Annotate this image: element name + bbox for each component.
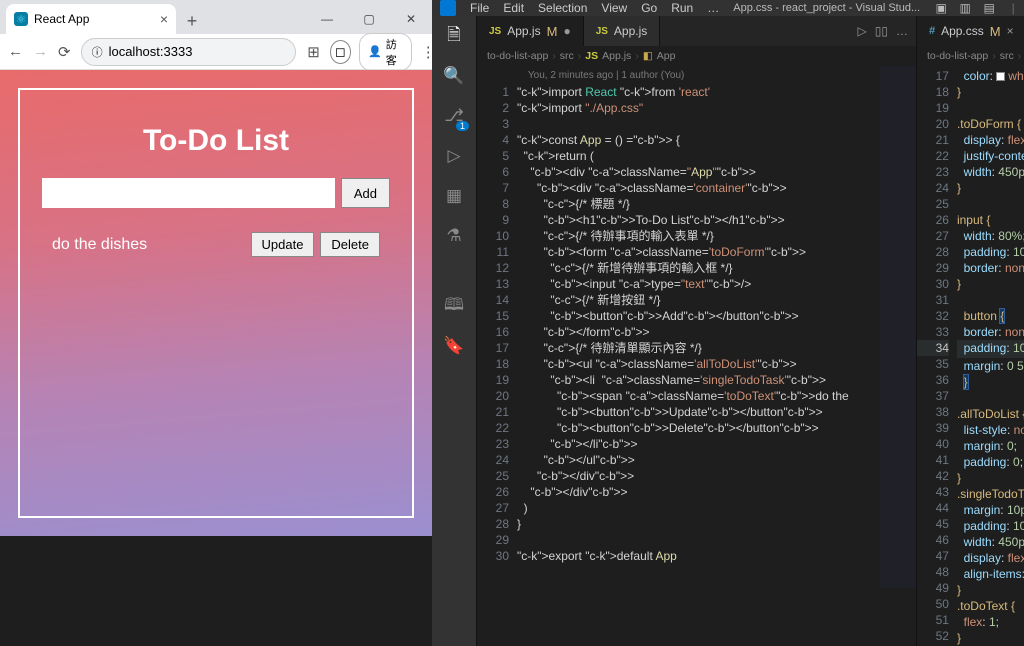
browser-tabstrip: ⚛ React App × + — ▢ ✕: [0, 0, 432, 34]
bookmarks-icon[interactable]: 🔖: [442, 334, 466, 358]
layout-panel-icon[interactable]: ▥: [958, 1, 972, 15]
visitor-badge[interactable]: 👤訪客: [359, 33, 412, 71]
window-title: App.css - react_project - Visual Stud...: [733, 2, 920, 14]
back-icon[interactable]: ←: [8, 43, 23, 60]
references-icon[interactable]: 🕮: [442, 294, 466, 318]
menu-go[interactable]: Go: [641, 1, 657, 15]
browser-window-controls: — ▢ ✕: [306, 4, 432, 34]
update-button[interactable]: Update: [251, 232, 315, 257]
menu-view[interactable]: View: [601, 1, 627, 15]
menu-edit[interactable]: Edit: [503, 1, 524, 15]
code-content[interactable]: color: white;} .toDoForm { display: flex…: [957, 66, 1024, 646]
tab-app-css[interactable]: # App.css M ×: [917, 16, 1024, 46]
css-file-icon: #: [929, 25, 935, 37]
editor-tabs-right: # App.css M × ▯▯ …: [917, 16, 1024, 46]
tab-more-icon[interactable]: …: [896, 24, 908, 38]
editor-area: JS App.js M ● JS App.js ▷ ▯▯ …: [476, 16, 1024, 646]
react-icon: ⚛: [14, 12, 28, 26]
code-editor-left[interactable]: 1234567891011121314151617181920212223242…: [477, 66, 916, 646]
breadcrumb[interactable]: to-do-list-app› src› JSApp.js› ◧App: [477, 46, 916, 66]
extensions-icon[interactable]: ▦: [442, 184, 466, 208]
close-icon[interactable]: ●: [563, 24, 570, 38]
tab-app-js-2[interactable]: JS App.js: [584, 16, 661, 46]
js-file-icon: JS: [596, 26, 608, 37]
close-icon[interactable]: ×: [160, 11, 168, 27]
vscode-window: File Edit Selection View Go Run … App.cs…: [432, 0, 1024, 536]
todo-text: do the dishes: [52, 236, 245, 254]
todo-list: do the dishes Update Delete: [42, 226, 390, 263]
explorer-icon[interactable]: 🗎: [442, 24, 466, 48]
vscode-icon: [440, 0, 456, 16]
menu-selection[interactable]: Selection: [538, 1, 587, 15]
menu-more[interactable]: …: [707, 1, 719, 15]
menu-file[interactable]: File: [470, 1, 489, 15]
vscode-menubar: File Edit Selection View Go Run …: [470, 1, 719, 15]
url-input[interactable]: [109, 44, 285, 59]
line-gutter: 1234567891011121314151617181920212223242…: [477, 66, 517, 646]
layout-sidebar-icon[interactable]: ▣: [934, 1, 948, 15]
code-content[interactable]: You, 2 minutes ago | 1 author (You)"c-k"…: [517, 66, 880, 646]
source-control-icon[interactable]: ⎇1: [442, 104, 466, 128]
js-file-icon: JS: [489, 26, 501, 37]
page-viewport: To-Do List Add do the dishes Update Dele…: [0, 70, 432, 536]
minimap[interactable]: [880, 66, 916, 646]
extensions-icon[interactable]: ⊞: [306, 43, 322, 61]
profile-icon[interactable]: ◻: [330, 40, 352, 64]
testing-icon[interactable]: ⚗: [442, 224, 466, 248]
layout-right-icon[interactable]: ▤: [982, 1, 996, 15]
close-window-icon[interactable]: ✕: [390, 4, 432, 34]
editor-pane-left: JS App.js M ● JS App.js ▷ ▯▯ …: [476, 16, 916, 646]
todo-form: Add: [42, 178, 390, 208]
site-info-icon[interactable]: ⓘ: [92, 44, 103, 60]
vscode-titlebar: File Edit Selection View Go Run … App.cs…: [432, 0, 1024, 16]
browser-tab-react[interactable]: ⚛ React App ×: [6, 4, 176, 34]
close-icon[interactable]: ×: [1007, 24, 1014, 38]
tab-app-js[interactable]: JS App.js M ●: [477, 16, 584, 46]
editor-tabs-left: JS App.js M ● JS App.js ▷ ▯▯ …: [477, 16, 916, 46]
address-bar[interactable]: ⓘ: [81, 38, 296, 66]
split-right-icon[interactable]: ▯▯: [875, 24, 888, 38]
delete-button[interactable]: Delete: [320, 232, 380, 257]
menu-run[interactable]: Run: [671, 1, 693, 15]
forward-icon[interactable]: →: [33, 43, 48, 60]
person-icon: 👤: [368, 45, 382, 58]
tab-title: React App: [34, 12, 89, 26]
todo-input[interactable]: [42, 178, 335, 208]
add-button[interactable]: Add: [341, 178, 390, 208]
maximize-icon[interactable]: ▢: [348, 4, 390, 34]
line-gutter: 1718192021222324252627282930313233343536…: [917, 66, 957, 646]
debug-icon[interactable]: ▷: [442, 144, 466, 168]
minimize-icon[interactable]: —: [306, 4, 348, 34]
breadcrumb[interactable]: to-do-list-app› src› #App.css› ☀button: [917, 46, 1024, 66]
editor-pane-right: # App.css M × ▯▯ … to-do-list-app› src› …: [916, 16, 1024, 646]
list-item: do the dishes Update Delete: [42, 226, 390, 263]
search-icon[interactable]: 🔍: [442, 64, 466, 88]
browser-window: ⚛ React App × + — ▢ ✕ ← → ⟳ ⓘ ⊞ ◻ 👤訪客 ⋮ …: [0, 0, 432, 536]
todo-app-container: To-Do List Add do the dishes Update Dele…: [18, 88, 414, 518]
new-tab-button[interactable]: +: [180, 11, 204, 34]
code-editor-right[interactable]: 1718192021222324252627282930313233343536…: [917, 66, 1024, 646]
title-layout-icons: ▣ ▥ ▤ | ▯▯ …: [934, 1, 1024, 15]
page-title: To-Do List: [42, 124, 390, 158]
reload-icon[interactable]: ⟳: [58, 43, 71, 61]
browser-toolbar: ← → ⟳ ⓘ ⊞ ◻ 👤訪客 ⋮: [0, 34, 432, 70]
activity-bar: 🗎 🔍 ⎇1 ▷ ▦ ⚗ 🕮 🔖: [432, 16, 476, 646]
run-icon[interactable]: ▷: [857, 24, 866, 38]
